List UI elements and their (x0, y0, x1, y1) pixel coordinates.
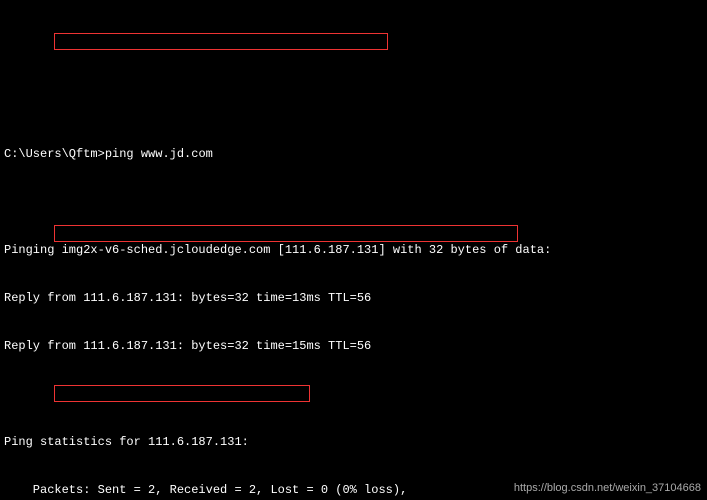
command-line: C:\Users\Qftm>ping www.jd.com (4, 146, 703, 162)
terminal-output[interactable]: C:\Users\Qftm>ping www.jd.com Pinging im… (0, 0, 707, 500)
annotation-box-1 (54, 33, 388, 50)
stats-header: Ping statistics for 111.6.187.131: (4, 434, 703, 450)
command-text: ping www.jd.com (105, 147, 213, 161)
resolved-host: img2x-v6-sched.jcloudedge.com [111.6.187… (62, 243, 386, 257)
pinging-suffix: with 32 bytes of data: (386, 243, 552, 257)
stats-packets: Packets: Sent = 2, Received = 2, Lost = … (4, 482, 703, 498)
annotation-box-2 (54, 225, 518, 242)
pinging-prefix: Pinging (4, 243, 62, 257)
reply-line: Reply from 111.6.187.131: bytes=32 time=… (4, 290, 703, 306)
pinging-line: Pinging img2x-v6-sched.jcloudedge.com [1… (4, 242, 703, 258)
blank-line (4, 386, 703, 402)
prompt: C:\Users\Qftm> (4, 147, 105, 161)
blank-line (4, 194, 703, 210)
reply-line: Reply from 111.6.187.131: bytes=32 time=… (4, 338, 703, 354)
